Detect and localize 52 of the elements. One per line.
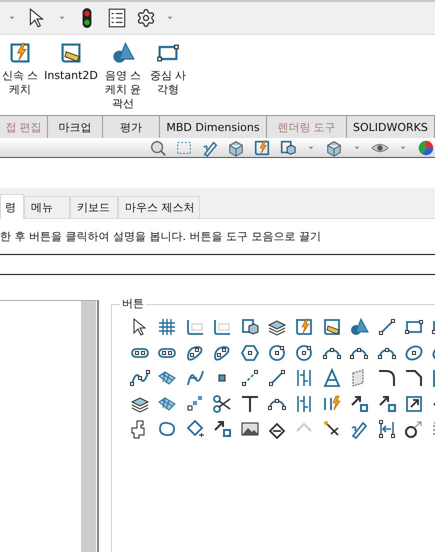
grid-icon[interactable] <box>157 317 178 337</box>
bracket-icon[interactable] <box>376 419 397 440</box>
move-arrow-icon[interactable] <box>376 394 397 414</box>
rectangle-icon[interactable] <box>404 317 424 337</box>
triangle-icon[interactable] <box>322 368 342 388</box>
circle-arrow-icon[interactable] <box>404 419 424 440</box>
ellipse-icon[interactable] <box>404 342 424 363</box>
dialog-tab[interactable]: 키보드 <box>70 196 118 218</box>
scrollbar[interactable] <box>81 301 96 552</box>
sketch-ruler-icon[interactable] <box>322 317 342 337</box>
sketch-lightning-icon <box>8 41 32 65</box>
chamfer-icon[interactable] <box>404 368 424 388</box>
ribbon-button[interactable]: 음영 스 케치 윤 곽선 <box>102 35 144 111</box>
group-label: 버튼 <box>120 296 146 311</box>
move-arrow-icon[interactable] <box>349 394 370 414</box>
circle-icon[interactable] <box>294 342 314 363</box>
ribbon-button[interactable]: 신속 스 케치 <box>0 35 40 97</box>
pencil-icon[interactable] <box>349 419 370 440</box>
category-list[interactable] <box>0 300 99 552</box>
ribbon-button[interactable]: Instant2D <box>44 35 98 83</box>
settings-icon[interactable] <box>136 8 156 28</box>
sketch-lightning-icon[interactable] <box>294 317 314 337</box>
cone-sphere-icon[interactable] <box>349 317 370 337</box>
line-icon[interactable] <box>266 368 287 388</box>
sketch-ruler-icon <box>59 41 83 65</box>
line-icon[interactable] <box>376 317 397 337</box>
sketch-lightning-icon[interactable] <box>253 138 271 156</box>
hexagon-icon[interactable] <box>240 342 260 363</box>
instruction-text: 한 후 버튼을 클릭하여 설명을 봅니다. 버튼을 도구 모음으로 끌기 <box>0 229 322 245</box>
sketch-frame-icon[interactable] <box>184 317 205 337</box>
diamond-icon[interactable] <box>184 419 205 440</box>
centerline-icon[interactable] <box>240 368 260 388</box>
dialog-tab[interactable]: 마우스 제스처 <box>118 196 200 218</box>
pencil-icon[interactable] <box>201 138 219 156</box>
dialog-tab[interactable]: 메뉴 <box>24 196 70 218</box>
spline-icon[interactable] <box>130 368 150 388</box>
list-icon[interactable] <box>106 7 128 29</box>
box-icon[interactable] <box>325 138 343 156</box>
scissors-icon[interactable] <box>212 394 232 414</box>
ribbon-button[interactable]: 중심 사 각형 <box>148 35 188 97</box>
zoom-icon[interactable] <box>149 138 167 156</box>
sketch-frame-icon[interactable] <box>212 317 232 337</box>
frame-cube-icon[interactable] <box>279 138 297 156</box>
color-ball-icon[interactable] <box>417 138 435 156</box>
circle-icon[interactable] <box>266 342 287 363</box>
dialog-tab[interactable]: 령 <box>0 194 24 219</box>
t-shape-icon[interactable] <box>240 394 260 414</box>
fillet-icon[interactable] <box>376 368 397 388</box>
cone-sphere-icon <box>111 41 135 65</box>
frame-cube-icon[interactable] <box>240 317 260 337</box>
move-arrow-icon[interactable] <box>212 419 232 440</box>
box-icon[interactable] <box>227 138 245 156</box>
